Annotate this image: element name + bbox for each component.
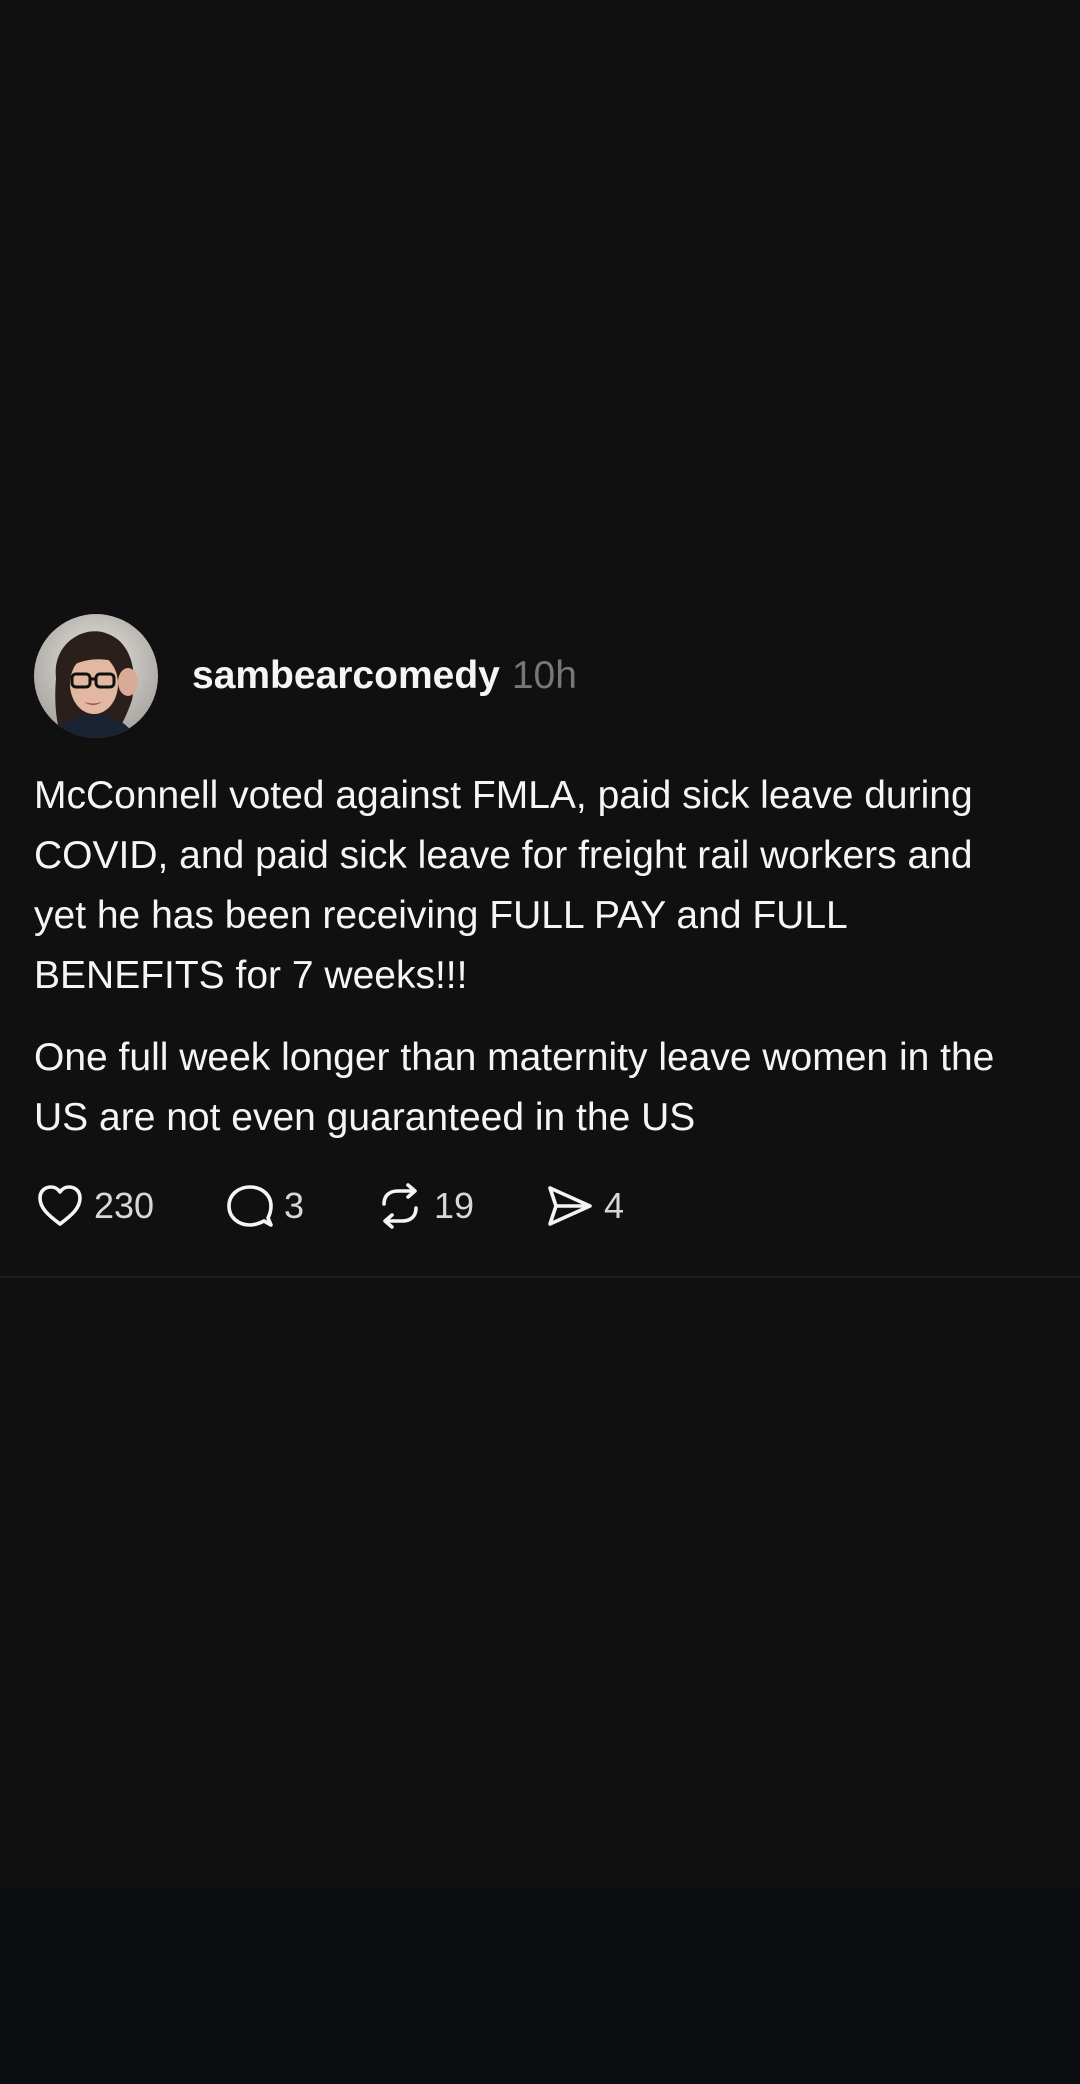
bottom-bar: [0, 1888, 1080, 2084]
like-count: 230: [94, 1185, 155, 1226]
avatar[interactable]: [34, 614, 158, 738]
share-button[interactable]: 4: [544, 1180, 624, 1232]
post-timestamp: 10h: [511, 654, 577, 697]
repost-button[interactable]: 19: [374, 1180, 544, 1232]
like-button[interactable]: 230: [34, 1180, 224, 1232]
app-screen: sambearcomedy 10h McConnell voted agains…: [0, 0, 1080, 2084]
username[interactable]: sambearcomedy: [192, 654, 500, 698]
repost-count: 19: [434, 1185, 475, 1226]
post-paragraph: McConnell voted against FMLA, paid sick …: [34, 774, 973, 997]
reply-count: 3: [284, 1185, 305, 1226]
post-body: McConnell voted against FMLA, paid sick …: [34, 766, 1034, 1148]
send-icon: [548, 1186, 592, 1226]
avatar-photo-icon: [34, 614, 158, 738]
author-line: sambearcomedy 10h: [192, 654, 577, 698]
post-header: sambearcomedy 10h: [34, 614, 577, 738]
post-paragraph: One full week longer than maternity leav…: [34, 1036, 995, 1139]
repost-icon: [382, 1183, 418, 1229]
share-count: 4: [604, 1185, 625, 1226]
post-divider: [0, 1276, 1080, 1278]
comment-icon: [227, 1185, 273, 1227]
post-actions: 230 3 19 4: [34, 1176, 624, 1236]
heart-icon: [38, 1185, 82, 1226]
reply-button[interactable]: 3: [224, 1180, 374, 1232]
